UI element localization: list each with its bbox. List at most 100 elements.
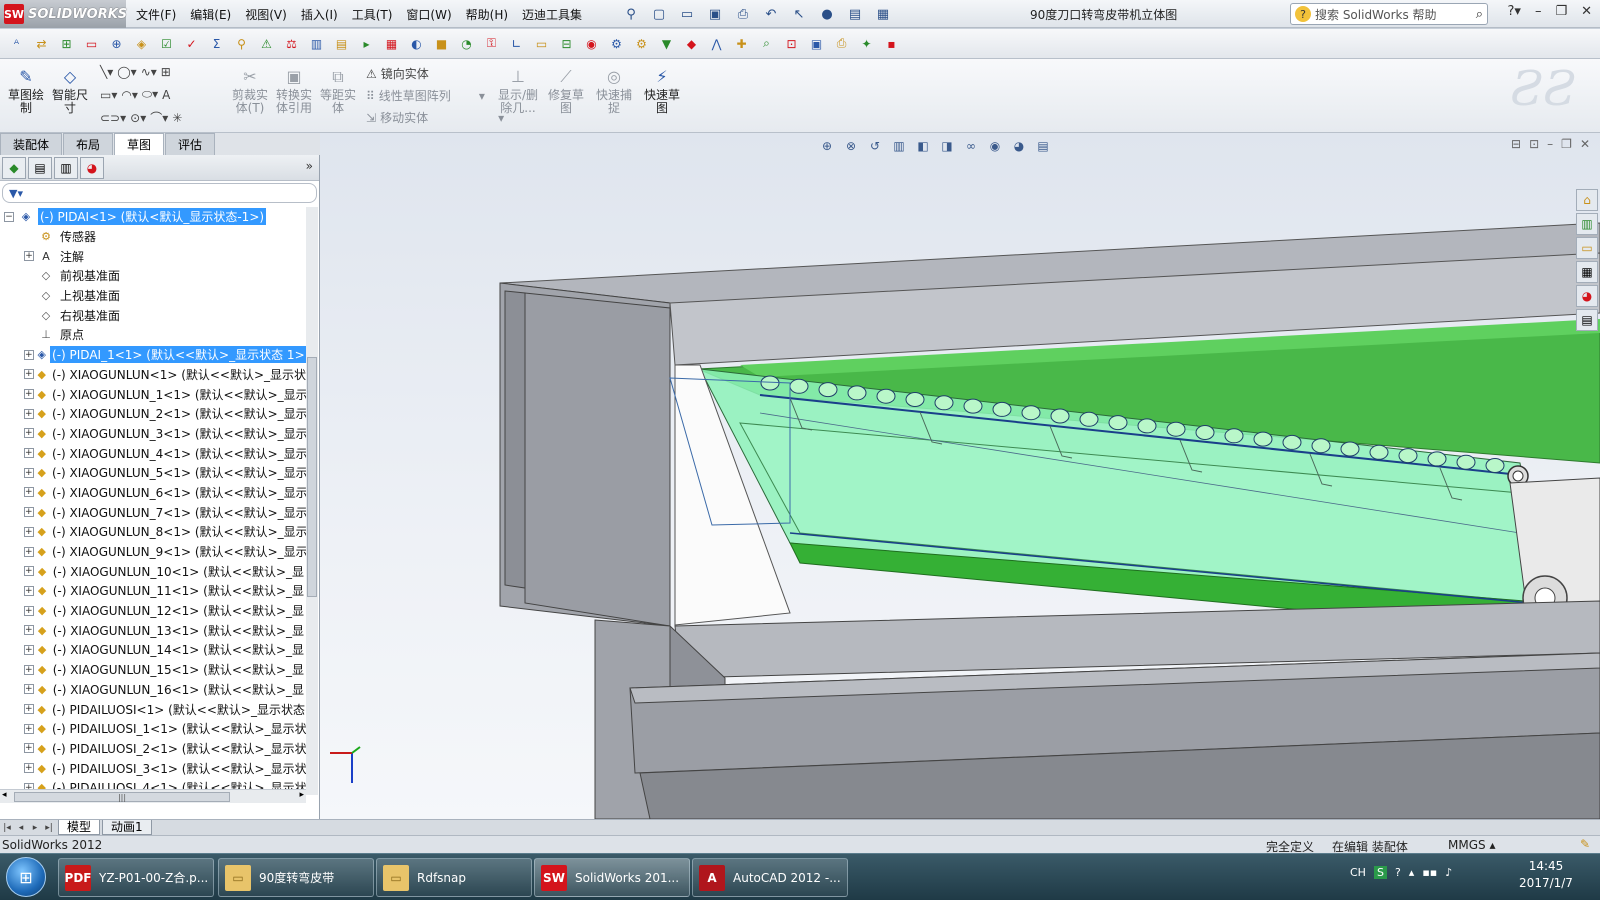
table-icon[interactable]: ⊞ (56, 33, 77, 54)
volume-icon[interactable]: ♪ (1445, 866, 1452, 879)
hide-show-icon[interactable]: ∞ (962, 137, 980, 155)
ruler-icon[interactable]: ∟ (506, 33, 527, 54)
printer-icon[interactable]: ⎙ (831, 33, 852, 54)
expand-icon[interactable]: + (24, 644, 34, 655)
grid-icon[interactable]: ⊞ (161, 65, 171, 79)
expand-icon[interactable]: + (24, 349, 34, 360)
rebuild-status-icon[interactable]: ✎ (1580, 837, 1590, 851)
taskbar-item[interactable]: PDF YZ-P01-00-Z合.p... (58, 858, 214, 897)
last-tab-icon[interactable]: ▸| (42, 823, 56, 833)
tree-item[interactable]: + ◈ (-) PIDAI_1<1> (默认<<默认>_显示状态 1> (0, 345, 306, 365)
tree-item[interactable]: + ◆ (-) XIAOGUNLUN_6<1> (默认<<默认>_显示 (0, 483, 306, 503)
tree-item[interactable]: ⊥ 原点 (0, 325, 306, 345)
scroll-right-icon[interactable]: ▸ (299, 790, 304, 800)
close-button[interactable]: ✕ (1581, 4, 1592, 19)
menu-insert[interactable]: 插入(I) (301, 6, 338, 23)
display-manager-tab-icon[interactable]: ◕ (80, 156, 104, 179)
menu-edit[interactable]: 编辑(E) (190, 6, 231, 23)
circle-icon[interactable]: ◯▾ (117, 65, 136, 79)
point-icon[interactable]: ⊙▾ (130, 111, 146, 125)
cup-icon[interactable]: ▼ (656, 33, 677, 54)
expand-icon[interactable]: + (24, 408, 34, 419)
select-icon[interactable]: ↖ (788, 4, 810, 24)
color-icon[interactable]: ■ (431, 33, 452, 54)
key-icon[interactable]: ⚿ (481, 33, 502, 54)
tree-item[interactable]: + ◆ (-) XIAOGUNLUN_9<1> (默认<<默认>_显示 (0, 542, 306, 562)
tree-item[interactable]: + ◆ (-) XIAOGUNLUN_2<1> (默认<<默认>_显示 (0, 404, 306, 424)
star-icon[interactable]: ✦ (856, 33, 877, 54)
tree-item[interactable]: ◇ 右视基准面 (0, 305, 306, 325)
replace-icon[interactable]: ⇄ (31, 33, 52, 54)
custom-properties-icon[interactable]: ▤ (1576, 309, 1598, 331)
warning-icon[interactable]: ⚠ (256, 33, 277, 54)
search-input[interactable]: 搜索 SolidWorks 帮助 (1315, 6, 1476, 23)
expand-icon[interactable]: + (24, 507, 34, 518)
display-style-icon[interactable]: ◨ (938, 137, 956, 155)
expand-panel-icon[interactable]: » (306, 159, 313, 173)
info-icon[interactable]: ▪ (881, 33, 902, 54)
previous-view-icon[interactable]: ↺ (866, 137, 884, 155)
open-icon[interactable]: ▭ (676, 4, 698, 24)
language-indicator[interactable]: CH (1350, 866, 1366, 879)
text-icon[interactable]: A (162, 88, 170, 102)
tree-item[interactable]: + A 注解 (0, 246, 306, 266)
expand-icon[interactable]: + (24, 526, 34, 537)
apply-scene-icon[interactable]: ◕ (1010, 137, 1028, 155)
move-entities[interactable]: ⇲ 移动实体 ▾ (366, 109, 504, 126)
file-explorer-icon[interactable]: ▭ (1576, 237, 1598, 259)
tree-item[interactable]: + ◆ (-) XIAOGUNLUN_4<1> (默认<<默认>_显示 (0, 443, 306, 463)
plug-icon[interactable]: ✚ (731, 33, 752, 54)
scroll-left-icon[interactable]: ◂ (2, 790, 7, 800)
menu-view[interactable]: 视图(V) (245, 6, 287, 23)
tree-item[interactable]: + ◆ (-) XIAOGUNLUN_16<1> (默认<<默认>_显 (0, 680, 306, 700)
command-tab[interactable]: 装配体 (0, 133, 63, 155)
design-library-icon[interactable]: ▥ (1576, 213, 1598, 235)
split-view-icon[interactable]: ⊟ (1511, 137, 1521, 151)
command-tab[interactable]: 布局 (63, 133, 114, 155)
repair-sketch-button[interactable]: ⟋ 修复草图 (544, 65, 588, 115)
globe-icon[interactable]: ⊕ (106, 33, 127, 54)
prev-tab-icon[interactable]: ◂ (14, 823, 28, 833)
expand-icon[interactable]: + (24, 585, 34, 596)
expand-icon[interactable]: + (24, 389, 34, 400)
solidworks-resources-icon[interactable]: ⌂ (1576, 189, 1598, 211)
collapse-icon[interactable]: − (4, 211, 14, 222)
start-button[interactable]: ⊞ (6, 857, 46, 897)
expand-icon[interactable]: + (24, 251, 34, 262)
property-manager-tab-icon[interactable]: ▤ (28, 156, 52, 179)
eraser-icon[interactable]: ◈ (131, 33, 152, 54)
expand-icon[interactable]: + (24, 684, 34, 695)
folder-icon[interactable]: ▭ (81, 33, 102, 54)
undo-icon[interactable]: ↶ (760, 4, 782, 24)
scrollbar-thumb[interactable] (307, 357, 317, 597)
options-icon[interactable]: ▦ (872, 4, 894, 24)
tree-item[interactable]: ⚙ 传感器 (0, 227, 306, 247)
tree-item[interactable]: + ◆ (-) XIAOGUNLUN_7<1> (默认<<默认>_显示 (0, 502, 306, 522)
viewport-close-icon[interactable]: ✕ (1580, 137, 1590, 151)
pin-icon[interactable]: ⚲ (620, 4, 642, 24)
zoom-icon[interactable]: ⌕ (756, 33, 777, 54)
taskbar-item[interactable]: ▭ Rdfsnap (376, 858, 532, 897)
menu-tools[interactable]: 工具(T) (352, 6, 393, 23)
expand-icon[interactable]: + (24, 487, 34, 498)
expand-icon[interactable]: + (24, 467, 34, 478)
bottom-tab[interactable]: 模型 (58, 820, 101, 835)
screen-icon[interactable]: ▭ (531, 33, 552, 54)
graphics-area[interactable]: ⊕ ⊗ ↺ ▥ ◧ ◨ ∞ ◉ ◕ ▤ ⊟ ⊡ – ❐ ✕ ⌂ ▥ ▭ ▦ ◕ … (320, 133, 1600, 819)
pin-icon[interactable]: ◆ (681, 33, 702, 54)
tree-root[interactable]: − ◈ (-) PIDAI<1> (默认<默认_显示状态-1>) (0, 207, 306, 227)
file-properties-icon[interactable]: ▤ (844, 4, 866, 24)
menu-help[interactable]: 帮助(H) (466, 6, 508, 23)
expand-icon[interactable]: + (24, 566, 34, 577)
save-icon[interactable]: ▣ (704, 4, 726, 24)
sphere-icon[interactable]: ◉ (581, 33, 602, 54)
gear-icon[interactable]: ⚙ (606, 33, 627, 54)
tree-item[interactable]: + ◆ (-) PIDAILUOSI_1<1> (默认<<默认>_显示状 (0, 719, 306, 739)
expand-icon[interactable]: + (24, 743, 34, 754)
rebuild-icon[interactable]: ● (816, 4, 838, 24)
view-orientation-icon[interactable]: ◧ (914, 137, 932, 155)
viewport-restore-icon[interactable]: ❐ (1561, 137, 1572, 151)
minimize-button[interactable]: – (1535, 4, 1542, 19)
print-icon[interactable]: ⎙ (732, 4, 754, 24)
expand-icon[interactable]: + (24, 723, 34, 734)
